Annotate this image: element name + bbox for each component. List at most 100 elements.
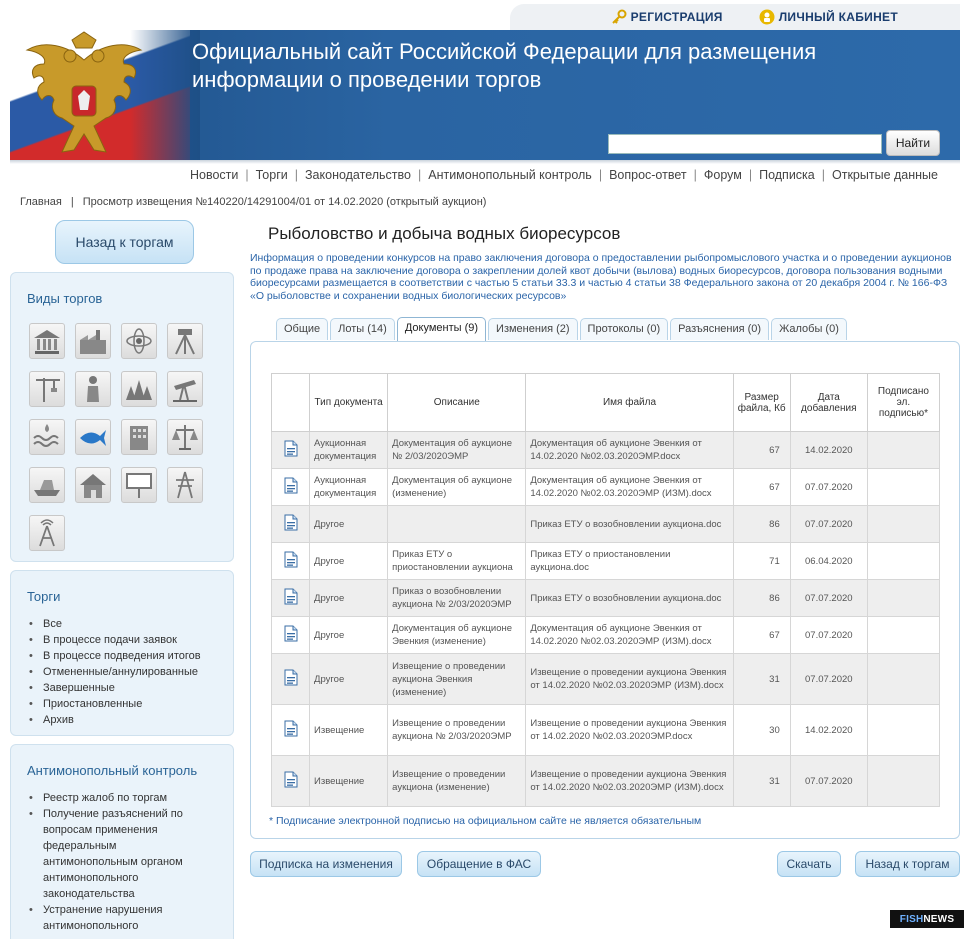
doc-cell-icon[interactable] <box>270 431 311 469</box>
tile-house[interactable] <box>75 467 111 503</box>
tab-complaints[interactable]: Жалобы (0) <box>771 318 847 340</box>
doc-description: Приказ о возобновлении аукциона № 2/03/2… <box>387 579 527 617</box>
nav-antimonopoly[interactable]: Антимонопольный контроль <box>428 168 592 182</box>
doc-date: 14.02.2020 <box>789 704 868 756</box>
doc-filename[interactable]: Документация об аукционе Эвенкия от 14.0… <box>525 431 734 469</box>
torgi-item-completed[interactable]: Завершенные <box>27 680 233 696</box>
nav-subscription[interactable]: Подписка <box>759 168 815 182</box>
doc-type: Аукционная документация <box>309 431 389 469</box>
back-to-torgi-button[interactable]: Назад к торгам <box>855 851 960 877</box>
doc-filename[interactable]: Извещение о проведении аукциона Эвенкия … <box>525 755 734 807</box>
torgi-item-applications[interactable]: В процессе подачи заявок <box>27 632 233 648</box>
document-icon <box>284 514 298 530</box>
anti-item-clarifications[interactable]: Получение разъяснений по вопросам примен… <box>27 806 187 902</box>
doc-cell-icon[interactable] <box>270 755 311 807</box>
doc-filename[interactable]: Документация об аукционе Эвенкия от 14.0… <box>525 468 734 506</box>
tab-changes[interactable]: Изменения (2) <box>488 318 578 340</box>
doc-size: 86 <box>732 579 791 617</box>
tab-protocols[interactable]: Протоколы (0) <box>579 318 669 340</box>
doc-cell-icon[interactable] <box>270 542 311 580</box>
tile-antenna[interactable] <box>29 515 65 551</box>
doc-cell-icon[interactable] <box>270 468 311 506</box>
watermark-part2: NEWS <box>923 913 955 925</box>
table-row: Аукционная документация Документация об а… <box>270 431 941 469</box>
sidebar-types-box: Виды торгов <box>10 272 234 562</box>
nav-open-data[interactable]: Открытые данные <box>832 168 938 182</box>
tile-oil-pump[interactable] <box>167 371 203 407</box>
atom-icon <box>126 328 152 354</box>
doc-size: 30 <box>732 704 791 756</box>
doc-cell-icon[interactable] <box>270 505 311 543</box>
th-filename: Имя файла <box>525 373 734 432</box>
torgi-item-archive[interactable]: Архив <box>27 712 233 728</box>
cabinet-link[interactable]: ЛИЧНЫЙ КАБИНЕТ <box>759 9 898 25</box>
table-row: Другое Документация об аукционе Эвенкия (… <box>270 616 941 654</box>
doc-description: Документация об аукционе № 2/03/2020ЭМР <box>387 431 527 469</box>
search-input[interactable] <box>608 134 882 154</box>
tile-water[interactable] <box>29 419 65 455</box>
power-tower-icon <box>176 471 194 499</box>
tab-documents[interactable]: Документы (9) <box>396 317 487 341</box>
subscribe-button[interactable]: Подписка на изменения <box>250 851 402 877</box>
torgi-item-suspended[interactable]: Приостановленные <box>27 696 233 712</box>
tile-power-tower[interactable] <box>167 467 203 503</box>
tile-billboard[interactable] <box>121 467 157 503</box>
sidebar-antimonopoly-box: Антимонопольный контроль Реестр жалоб по… <box>10 744 234 939</box>
nav-news[interactable]: Новости <box>190 168 238 182</box>
museum-icon <box>34 330 60 354</box>
register-link[interactable]: РЕГИСТРАЦИЯ <box>611 9 723 25</box>
header-banner: Официальный сайт Российской Федерации дл… <box>10 30 960 160</box>
tile-fish[interactable] <box>75 419 111 455</box>
nav-forum[interactable]: Форум <box>704 168 742 182</box>
doc-size: 86 <box>732 505 791 543</box>
doc-signed <box>866 616 941 654</box>
nav-torgi[interactable]: Торги <box>256 168 288 182</box>
torgi-list: Все В процессе подачи заявок В процессе … <box>27 616 233 728</box>
worker-icon <box>87 376 99 402</box>
doc-signed <box>866 505 941 543</box>
doc-filename[interactable]: Приказ ЕТУ о приостановлении аукциона.do… <box>525 542 734 580</box>
nav-legislation[interactable]: Законодательство <box>305 168 411 182</box>
doc-filename[interactable]: Приказ ЕТУ о возобновлении аукциона.doc <box>525 505 734 543</box>
tile-forest[interactable] <box>121 371 157 407</box>
doc-filename[interactable]: Документация об аукционе Эвенкия от 14.0… <box>525 616 734 654</box>
table-row: Другое Приказ о возобновлении аукциона № … <box>270 579 941 617</box>
tile-crane[interactable] <box>29 371 65 407</box>
tile-scales[interactable] <box>167 419 203 455</box>
back-to-torgi-button-top[interactable]: Назад к торгам <box>55 220 194 264</box>
tile-worker[interactable] <box>75 371 111 407</box>
anti-item-complaints[interactable]: Реестр жалоб по торгам <box>27 790 187 806</box>
tile-building[interactable] <box>121 419 157 455</box>
tile-atom[interactable] <box>121 323 157 359</box>
th-date: Дата добавления <box>789 373 868 432</box>
doc-cell-icon[interactable] <box>270 616 311 654</box>
antimonopoly-list: Реестр жалоб по торгам Получение разъясн… <box>27 790 187 939</box>
tile-surveyor[interactable] <box>167 323 203 359</box>
th-description: Описание <box>387 373 527 432</box>
doc-filename[interactable]: Приказ ЕТУ о возобновлении аукциона.doc <box>525 579 734 617</box>
breadcrumb-home[interactable]: Главная <box>20 196 62 208</box>
user-lock-icon <box>759 9 775 25</box>
search-button[interactable]: Найти <box>886 130 940 156</box>
nav-faq[interactable]: Вопрос-ответ <box>609 168 687 182</box>
tab-lots[interactable]: Лоты (14) <box>330 318 395 340</box>
tile-boat[interactable] <box>29 467 65 503</box>
doc-cell-icon[interactable] <box>270 653 311 705</box>
download-button[interactable]: Скачать <box>777 851 841 877</box>
doc-cell-icon[interactable] <box>270 579 311 617</box>
tab-general[interactable]: Общие <box>276 318 329 340</box>
doc-filename[interactable]: Извещение о проведении аукциона Эвенкия … <box>525 704 734 756</box>
doc-cell-icon[interactable] <box>270 704 311 756</box>
doc-signed <box>866 579 941 617</box>
doc-description: Извещение о проведении аукциона № 2/03/2… <box>387 704 527 756</box>
torgi-item-results[interactable]: В процессе подведения итогов <box>27 648 233 664</box>
tab-clarifications[interactable]: Разъяснения (0) <box>670 318 770 340</box>
torgi-item-all[interactable]: Все <box>27 616 233 632</box>
torgi-item-cancelled[interactable]: Отмененные/аннулированные <box>27 664 233 680</box>
fas-appeal-button[interactable]: Обращение в ФАС <box>417 851 541 877</box>
doc-filename[interactable]: Извещение о проведении аукциона Эвенкия … <box>525 653 734 705</box>
anti-item-violations[interactable]: Устранение нарушения антимонопольного за… <box>27 902 187 939</box>
document-icon <box>284 771 298 787</box>
tile-museum[interactable] <box>29 323 65 359</box>
tile-factory[interactable] <box>75 323 111 359</box>
